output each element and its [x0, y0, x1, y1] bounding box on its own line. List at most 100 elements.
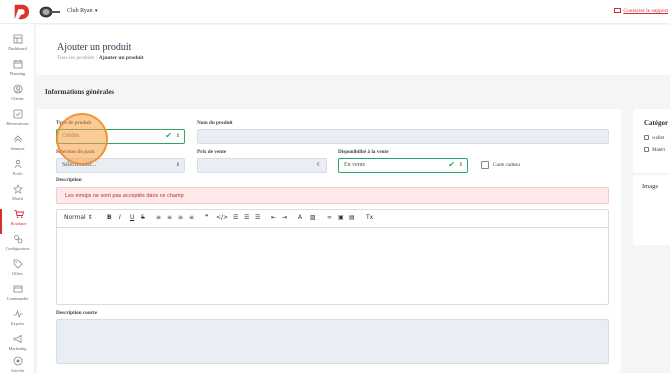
sidebar-item-label: Planning: [9, 71, 26, 76]
sidebar-item-articles[interactable]: Articles: [0, 356, 35, 373]
sidebar-item-seances[interactable]: Séances: [0, 134, 35, 159]
star-icon: [12, 184, 23, 194]
ordered-list-icon[interactable]: ☰: [233, 214, 238, 221]
page-header: Ajouter un produit Tous les produits / A…: [36, 25, 670, 75]
dashboard-icon: [13, 34, 22, 44]
sidebar-item-label: Articles: [10, 368, 25, 373]
editor-toolbar: Normal ⇕ B I U S ≡ ≡ ≡ ≡ ❞ </> ☰ ☰ ☰ ⇤ ⇥…: [57, 210, 608, 228]
description-error-alert: Les emojis ne sont pas acceptés dans ce …: [56, 187, 609, 204]
price-label: Prix de vente: [197, 149, 227, 155]
sidebar-item-offres[interactable]: Offres: [0, 259, 35, 284]
sidebar-item-label: Offres: [12, 271, 23, 276]
sidebar-item-dashboard[interactable]: Dashboard: [0, 34, 35, 59]
blockquote-icon[interactable]: ❞: [205, 214, 208, 221]
categories-panel: Catégor wallet Matéri: [633, 109, 670, 173]
sidebar-item-commandes[interactable]: Commandes: [0, 284, 35, 309]
club-avatar[interactable]: [39, 5, 61, 19]
sidebar-item-label: Marketing: [8, 346, 27, 351]
megaphone-icon: [13, 334, 21, 344]
sidebar-item-planning[interactable]: Planning: [0, 59, 35, 84]
short-description-label: Description courte: [56, 310, 98, 316]
breadcrumb: Tous les produits / Ajouter un produit: [57, 55, 144, 61]
align-justify-icon[interactable]: ≡: [189, 214, 194, 221]
code-icon[interactable]: </>: [216, 214, 228, 221]
category-option-label: Matéri: [652, 148, 666, 153]
breadcrumb-root[interactable]: Tous les produits /: [57, 55, 97, 61]
sidebar-item-match[interactable]: Match: [0, 184, 35, 209]
booking-icon: [13, 109, 22, 119]
italic-button[interactable]: I: [119, 214, 121, 221]
section-title: Informations générales: [45, 88, 115, 96]
category-option[interactable]: Matéri: [644, 147, 665, 153]
chevron-down-icon[interactable]: ▾: [95, 8, 98, 14]
mail-icon: [614, 8, 622, 13]
article-icon: [13, 356, 22, 366]
align-left-icon[interactable]: ≡: [156, 214, 161, 221]
price-input[interactable]: €: [197, 158, 327, 173]
indent-decrease-icon[interactable]: ⇤: [271, 214, 276, 221]
category-option[interactable]: wallet: [644, 135, 664, 141]
sidebar-item-clients[interactable]: Clients: [0, 84, 35, 109]
product-type-value: Crédits: [62, 133, 80, 139]
sidebar-item-label: Réservations: [6, 121, 29, 126]
bold-button[interactable]: B: [107, 214, 112, 221]
bullet-list-icon[interactable]: ☰: [244, 214, 249, 221]
sidebar-item-label: Exports: [10, 321, 25, 326]
description-label: Description: [56, 177, 82, 183]
sidebar-item-ecole[interactable]: Ecole: [0, 159, 35, 184]
sessions-icon: [13, 135, 22, 143]
availability-select[interactable]: En vente ✔ ⇕: [338, 158, 468, 173]
description-editor[interactable]: Normal ⇕ B I U S ≡ ≡ ≡ ≡ ❞ </> ☰ ☰ ☰ ⇤ ⇥…: [56, 209, 609, 305]
select-arrow-icon: ⇕: [458, 162, 463, 168]
sidebar-item-label: Ecole: [12, 171, 23, 176]
pack-select-value: Sélectionner...: [62, 162, 97, 168]
sidebar-item-boutique[interactable]: Boutique: [0, 209, 35, 234]
support-link[interactable]: Contacter le support: [614, 8, 668, 14]
page-title: Ajouter un produit: [57, 42, 132, 53]
product-name-input[interactable]: [197, 129, 609, 144]
sidebar-item-reservations[interactable]: Réservations: [0, 109, 35, 134]
user-icon: [13, 84, 22, 94]
checkbox[interactable]: [644, 135, 649, 140]
pack-select[interactable]: Sélectionner... ⇕: [56, 158, 185, 173]
exports-icon: [13, 309, 22, 319]
product-type-select[interactable]: Crédits ✔ ⇕: [56, 129, 185, 144]
image-icon[interactable]: ▣: [338, 214, 344, 221]
category-option-label: wallet: [652, 136, 665, 141]
background-color-icon[interactable]: ▨: [310, 214, 316, 221]
text-style-select[interactable]: Normal ⇕: [64, 214, 93, 221]
gift-card-label[interactable]: Carte cadeau: [493, 162, 520, 168]
link-icon[interactable]: ∞: [327, 214, 332, 221]
gift-card-checkbox[interactable]: [481, 161, 489, 169]
sidebar-item-exports[interactable]: Exports: [0, 309, 35, 334]
checkbox[interactable]: [644, 147, 649, 152]
checklist-icon[interactable]: ☰: [255, 214, 260, 221]
school-icon: [14, 159, 21, 169]
sidebar-item-label: Clients: [11, 96, 24, 101]
check-icon: ✔: [165, 131, 172, 140]
availability-label: Disponibilité à la vente: [338, 149, 389, 155]
app-logo-icon[interactable]: [12, 3, 30, 21]
clear-format-icon[interactable]: Tx: [366, 214, 373, 221]
sidebar-item-configuration[interactable]: Configuration: [0, 234, 35, 259]
align-right-icon[interactable]: ≡: [178, 214, 183, 221]
image-title: Image: [642, 183, 659, 190]
product-type-label: Type de produit: [56, 120, 92, 126]
select-arrow-icon: ⇕: [175, 162, 180, 168]
text-color-icon[interactable]: A: [298, 214, 302, 221]
align-center-icon[interactable]: ≡: [167, 214, 172, 221]
underline-button[interactable]: U: [130, 214, 134, 221]
club-name[interactable]: Club Ryan: [67, 8, 93, 14]
text-style-value: Normal: [64, 214, 86, 221]
short-description-input[interactable]: [56, 319, 609, 364]
gears-icon: [13, 235, 22, 244]
product-name-label: Nom du produit: [197, 120, 233, 126]
pack-select-label: Sélection du pack: [56, 149, 95, 155]
indent-increase-icon[interactable]: ⇥: [282, 214, 287, 221]
tag-icon: [13, 259, 23, 269]
strike-button[interactable]: S: [141, 214, 145, 221]
sidebar: Dashboard Planning Clients Réservations …: [0, 24, 35, 373]
availability-value: En vente: [344, 162, 366, 168]
categories-title: Catégor: [644, 119, 669, 127]
video-icon[interactable]: ▤: [349, 214, 355, 221]
